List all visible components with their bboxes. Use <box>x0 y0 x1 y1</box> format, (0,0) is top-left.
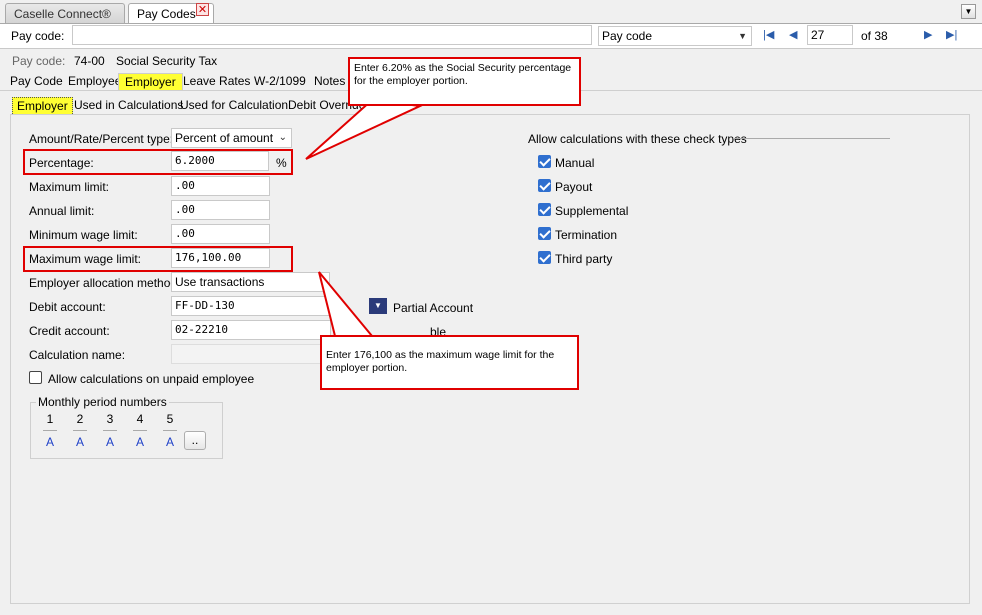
percentage-callout-pointer <box>305 98 424 160</box>
percentage-highlight-box <box>23 149 293 175</box>
wage-limit-callout-pointer <box>318 271 375 337</box>
max-wage-limit-highlight-box <box>23 246 293 272</box>
percentage-callout: Enter 6.20% as the Social Security perce… <box>348 57 581 106</box>
wage-limit-callout: Enter 176,100 as the maximum wage limit … <box>320 335 579 390</box>
